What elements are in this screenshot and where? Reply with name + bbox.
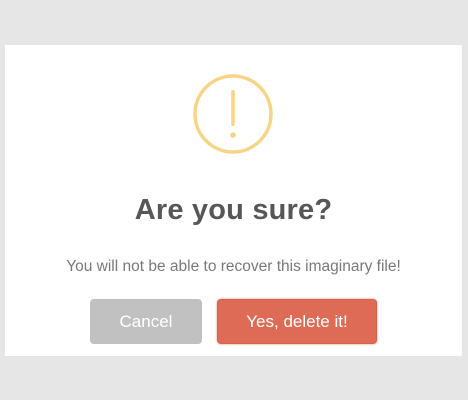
alert-dialog: Are you sure? You will not be able to re…: [5, 45, 462, 356]
cancel-button[interactable]: Cancel: [90, 299, 202, 344]
confirm-delete-button[interactable]: Yes, delete it!: [217, 299, 377, 344]
dialog-message: You will not be able to recover this ima…: [66, 258, 401, 275]
dialog-title: Are you sure?: [134, 194, 333, 226]
warning-icon: [193, 74, 273, 154]
